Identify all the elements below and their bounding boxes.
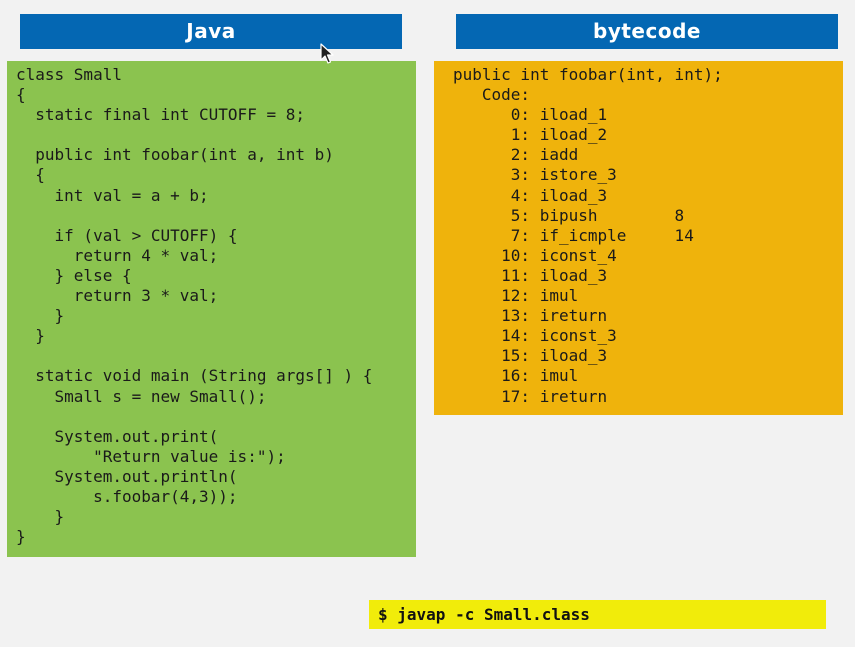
mouse-pointer-icon: [320, 43, 334, 64]
bytecode-listing: public int foobar(int, int); Code: 0: il…: [453, 65, 723, 406]
java-header: Java: [20, 14, 402, 49]
bytecode-header: bytecode: [456, 14, 838, 49]
bytecode-panel: public int foobar(int, int); Code: 0: il…: [434, 61, 843, 415]
java-source-code: class Small { static final int CUTOFF = …: [16, 65, 373, 547]
java-source-panel: class Small { static final int CUTOFF = …: [7, 61, 416, 557]
javap-command: $ javap -c Small.class: [369, 600, 826, 629]
